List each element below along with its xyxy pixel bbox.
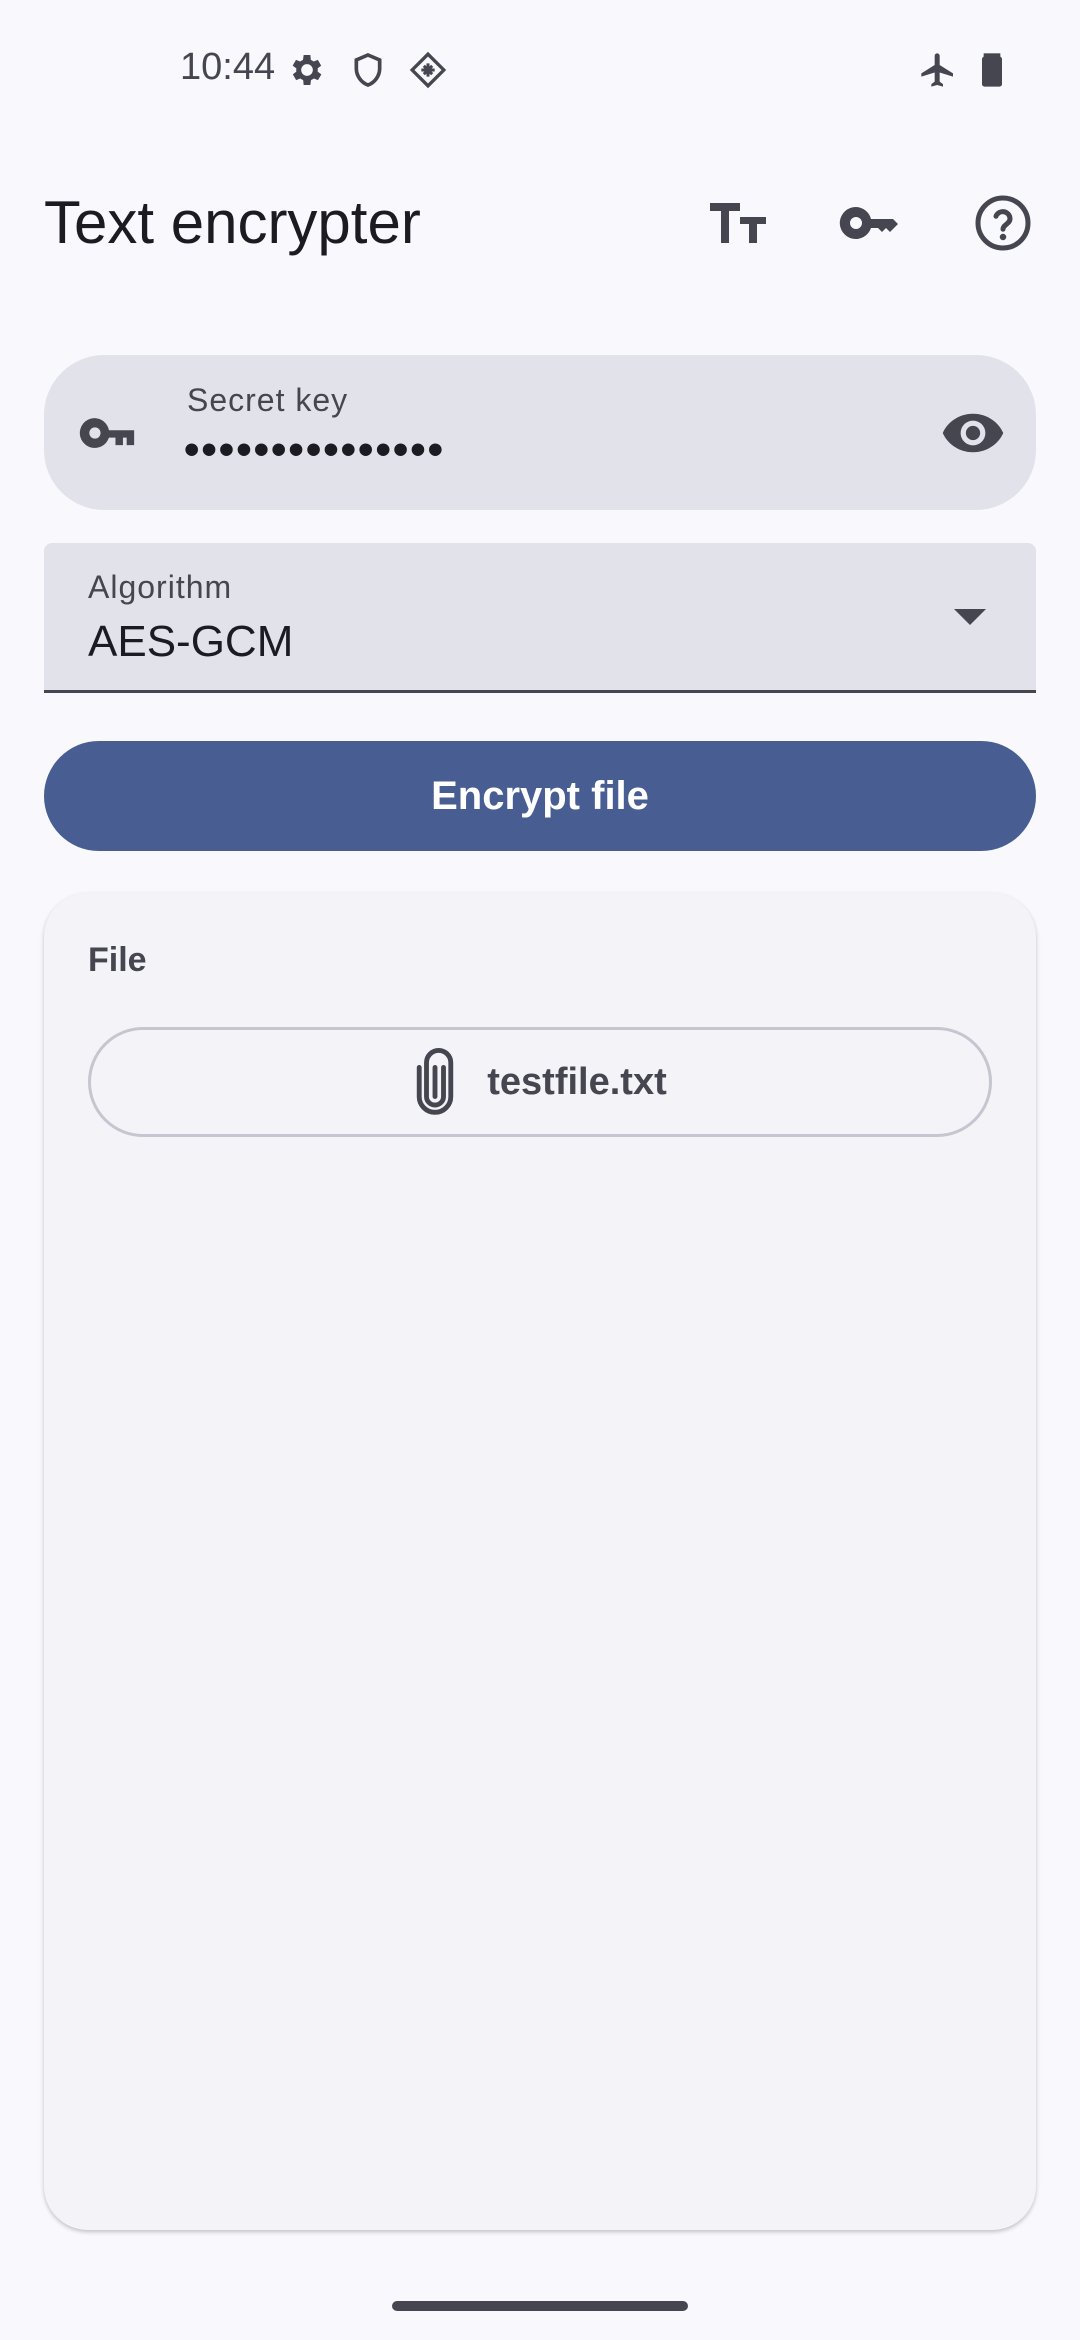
file-card-title: File xyxy=(88,941,147,979)
algorithm-dropdown[interactable]: Algorithm AES-GCM xyxy=(44,543,1036,693)
paperclip-icon xyxy=(413,1048,457,1116)
settings-icon xyxy=(287,50,327,90)
dropdown-arrow-icon[interactable] xyxy=(954,609,986,625)
help-icon xyxy=(975,195,1031,251)
help-button[interactable] xyxy=(957,177,1049,269)
battery-icon xyxy=(972,50,1012,90)
app-title: Text encrypter xyxy=(44,189,421,256)
key-icon xyxy=(79,418,135,448)
text-size-icon xyxy=(710,203,766,243)
file-name: testfile.txt xyxy=(487,1060,667,1103)
file-select-button[interactable]: testfile.txt xyxy=(88,1027,992,1137)
key-icon xyxy=(839,206,898,239)
vpn-diamond-icon xyxy=(408,50,448,90)
secret-key-value[interactable]: ••••••••••••••• xyxy=(184,425,445,475)
status-bar: 10:44 xyxy=(0,0,1080,140)
encrypt-file-button[interactable]: Encrypt file xyxy=(44,741,1036,851)
algorithm-value: AES-GCM xyxy=(88,617,294,666)
airplane-mode-icon xyxy=(918,50,958,90)
gesture-nav-handle[interactable] xyxy=(392,2301,688,2311)
secret-key-label: Secret key xyxy=(187,382,349,418)
file-card: File testfile.txt xyxy=(44,893,1036,2230)
secret-key-field[interactable]: Secret key ••••••••••••••• xyxy=(44,355,1036,510)
algorithm-label: Algorithm xyxy=(88,569,233,605)
shield-icon xyxy=(348,50,388,90)
text-size-button[interactable] xyxy=(692,177,784,269)
status-time: 10:44 xyxy=(180,46,276,88)
key-management-button[interactable] xyxy=(824,177,916,269)
visibility-icon[interactable] xyxy=(940,400,1006,466)
